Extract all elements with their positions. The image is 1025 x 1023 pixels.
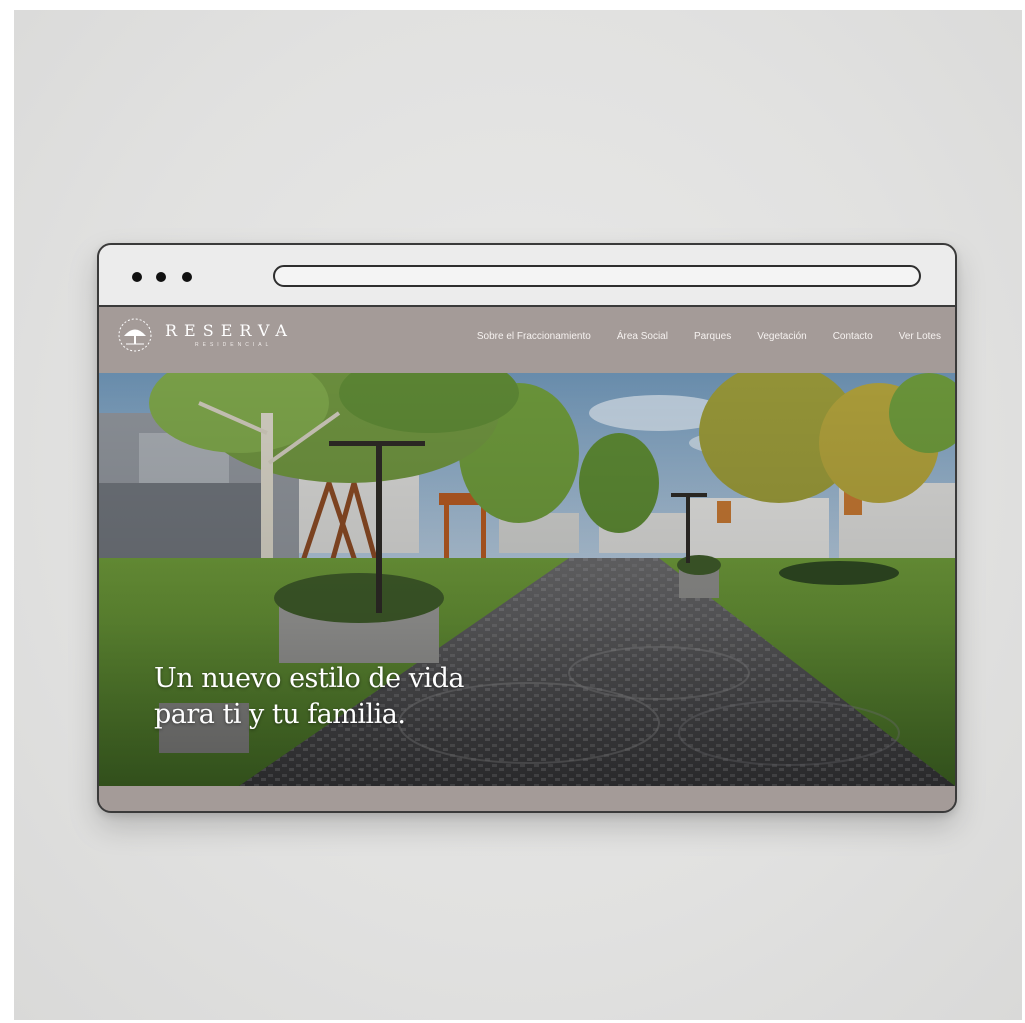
hero-headline: Un nuevo estilo de vida para ti y tu fam…: [154, 661, 464, 733]
address-bar[interactable]: [273, 265, 921, 287]
nav-menu: Sobre el Fraccionamiento Área Social Par…: [477, 331, 941, 342]
nav-link-sobre[interactable]: Sobre el Fraccionamiento: [477, 331, 591, 342]
footer-strip: [99, 786, 955, 811]
hero-headline-line-1: Un nuevo estilo de vida: [154, 663, 464, 694]
site-navbar: RESERVA RESIDENCIAL Sobre el Fraccionami…: [99, 307, 955, 373]
hero-headline-line-2: para ti y tu familia.: [154, 699, 406, 730]
brand-tagline: RESIDENCIAL: [195, 342, 273, 348]
brand-name[interactable]: RESERVA: [165, 321, 294, 340]
window-dot-icon[interactable]: [132, 272, 142, 282]
nav-link-contacto[interactable]: Contacto: [833, 331, 873, 342]
tree-logo-icon[interactable]: [117, 317, 153, 353]
nav-link-vegetacion[interactable]: Vegetación: [757, 331, 807, 342]
nav-link-ver-lotes[interactable]: Ver Lotes: [899, 331, 941, 342]
browser-toolbar: [99, 245, 955, 307]
browser-window: RESERVA RESIDENCIAL Sobre el Fraccionami…: [97, 243, 957, 813]
window-dot-icon[interactable]: [156, 272, 166, 282]
window-dot-icon[interactable]: [182, 272, 192, 282]
hero-section: Un nuevo estilo de vida para ti y tu fam…: [99, 373, 955, 786]
nav-link-area-social[interactable]: Área Social: [617, 331, 668, 342]
nav-link-parques[interactable]: Parques: [694, 331, 731, 342]
